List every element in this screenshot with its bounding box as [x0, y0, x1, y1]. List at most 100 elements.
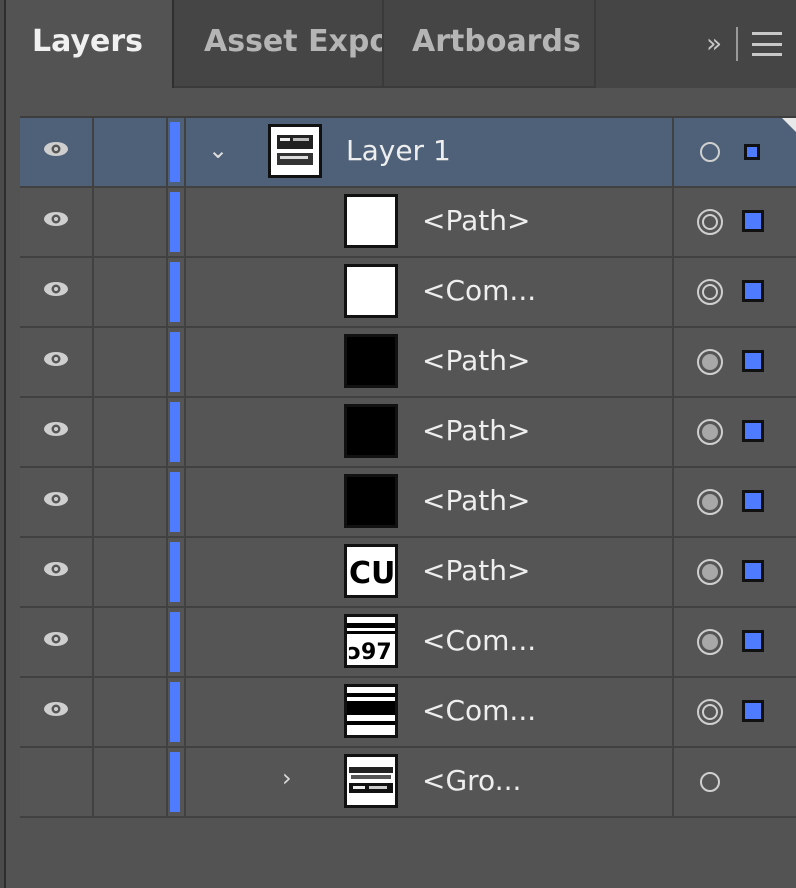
lock-toggle[interactable] [94, 748, 168, 816]
layer-name: <Path> [422, 554, 531, 587]
target-circle-icon[interactable] [696, 278, 724, 306]
lock-toggle[interactable] [94, 328, 168, 396]
visibility-toggle[interactable] [20, 608, 94, 676]
layer-name-cell[interactable]: <Path> [184, 188, 674, 256]
layer-row[interactable]: <Path> [20, 398, 796, 468]
panel-menu: » [596, 0, 796, 88]
layer-color-bar [170, 332, 180, 392]
visibility-toggle[interactable] [20, 188, 94, 256]
layer-row[interactable]: <Path> [20, 188, 796, 258]
target-cell[interactable] [674, 468, 796, 536]
layer-color-bar [170, 192, 180, 252]
layer-name-cell[interactable]: <Path> [184, 468, 674, 536]
selection-indicator [742, 280, 764, 302]
hamburger-menu-icon[interactable] [752, 32, 782, 56]
target-cell[interactable] [674, 118, 796, 186]
target-cell[interactable] [674, 538, 796, 606]
chevron-down-icon[interactable]: ⌄ [208, 136, 228, 164]
visibility-toggle[interactable] [20, 398, 94, 466]
layer-name-cell[interactable]: <Com... [184, 678, 674, 746]
layer-thumbnail [268, 124, 322, 178]
layer-name: Layer 1 [346, 134, 451, 167]
layer-color-bar [170, 752, 180, 812]
eye-icon [42, 350, 70, 368]
eye-icon [42, 280, 70, 298]
selection-indicator [742, 420, 764, 442]
eye-icon [42, 560, 70, 578]
current-layer-triangle-icon [782, 118, 796, 132]
target-cell[interactable] [674, 188, 796, 256]
layer-name-cell[interactable]: ɔ97 <Com... [184, 608, 674, 676]
layer-name-cell[interactable]: <Path> [184, 398, 674, 466]
target-circle-icon[interactable] [696, 208, 724, 236]
target-circle-icon[interactable] [696, 768, 724, 796]
layer-row[interactable]: <Path> [20, 328, 796, 398]
layer-row[interactable]: › <Gro... [20, 748, 796, 818]
target-circle-icon[interactable] [696, 628, 724, 656]
target-cell[interactable] [674, 748, 796, 816]
target-circle-icon[interactable] [696, 558, 724, 586]
target-cell[interactable] [674, 398, 796, 466]
lock-toggle[interactable] [94, 538, 168, 606]
layer-thumbnail [344, 194, 398, 248]
layer-name: <Com... [422, 694, 537, 727]
target-circle-icon[interactable] [696, 348, 724, 376]
layer-name: <Path> [422, 204, 531, 237]
selection-indicator [742, 630, 764, 652]
layer-name-cell[interactable]: CU <Path> [184, 538, 674, 606]
layer-name: <Gro... [422, 764, 522, 797]
target-circle-icon[interactable] [696, 418, 724, 446]
eye-icon [42, 490, 70, 508]
visibility-toggle[interactable] [20, 678, 94, 746]
visibility-toggle[interactable] [20, 328, 94, 396]
selection-indicator [742, 210, 764, 232]
visibility-toggle[interactable] [20, 468, 94, 536]
layer-row[interactable]: <Path> [20, 468, 796, 538]
tab-asset-export[interactable]: Asset Expo [174, 0, 384, 88]
visibility-toggle[interactable] [20, 748, 94, 816]
layer-color-bar [170, 402, 180, 462]
target-cell[interactable] [674, 678, 796, 746]
visibility-toggle[interactable] [20, 538, 94, 606]
target-cell[interactable] [674, 328, 796, 396]
layer-row-layer-1[interactable]: ⌄ Layer 1 [20, 118, 796, 188]
tab-overflow-icon[interactable]: » [706, 29, 722, 59]
svg-text:ɔ97: ɔ97 [348, 640, 392, 665]
selection-indicator [742, 350, 764, 372]
layer-row[interactable]: <Com... [20, 258, 796, 328]
lock-toggle[interactable] [94, 258, 168, 326]
lock-toggle[interactable] [94, 398, 168, 466]
target-circle-icon[interactable] [696, 488, 724, 516]
eye-icon [42, 630, 70, 648]
tab-bar: Layers Asset Expo Artboards » [6, 0, 796, 88]
layer-row[interactable]: ɔ97 <Com... [20, 608, 796, 678]
lock-toggle[interactable] [94, 188, 168, 256]
tab-artboards[interactable]: Artboards [384, 0, 596, 88]
target-circle-icon[interactable] [696, 138, 724, 166]
layer-row[interactable]: <Com... [20, 678, 796, 748]
lock-toggle[interactable] [94, 468, 168, 536]
layer-name-cell[interactable]: › <Gro... [184, 748, 674, 816]
target-circle-icon[interactable] [696, 698, 724, 726]
tab-layers[interactable]: Layers [6, 0, 174, 88]
svg-text:CU: CU [349, 556, 395, 591]
layer-thumbnail [344, 684, 398, 738]
layer-thumbnail [344, 474, 398, 528]
lock-toggle[interactable] [94, 678, 168, 746]
layer-name: <Path> [422, 484, 531, 517]
target-cell[interactable] [674, 608, 796, 676]
chevron-right-icon[interactable]: › [282, 764, 292, 792]
layer-name-cell[interactable]: <Com... [184, 258, 674, 326]
lock-toggle[interactable] [94, 118, 168, 186]
eye-icon [42, 420, 70, 438]
visibility-toggle[interactable] [20, 258, 94, 326]
eye-icon [42, 140, 70, 158]
layer-name-cell[interactable]: ⌄ Layer 1 [184, 118, 674, 186]
target-cell[interactable] [674, 258, 796, 326]
layer-row[interactable]: CU <Path> [20, 538, 796, 608]
eye-icon [42, 700, 70, 718]
lock-toggle[interactable] [94, 608, 168, 676]
layer-name-cell[interactable]: <Path> [184, 328, 674, 396]
layer-name: <Path> [422, 344, 531, 377]
visibility-toggle[interactable] [20, 118, 94, 186]
